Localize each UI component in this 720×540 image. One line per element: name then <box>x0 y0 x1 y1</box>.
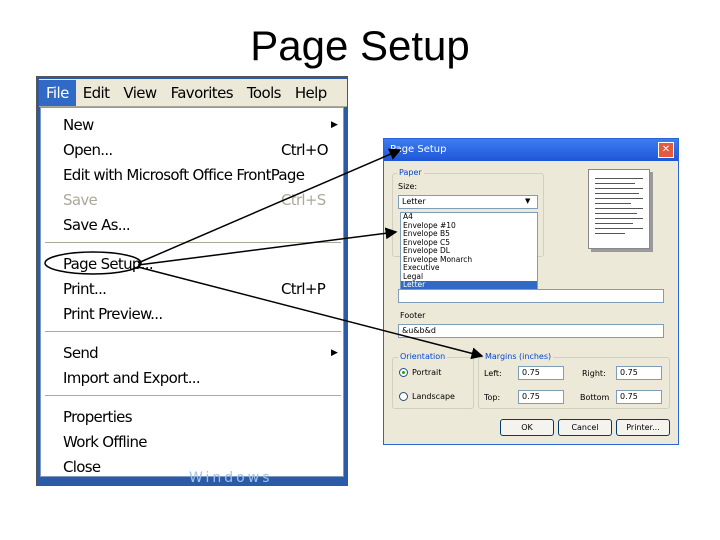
annotation-arrows <box>44 148 484 360</box>
highlight-ellipse <box>44 251 142 275</box>
arrow-to-margins <box>137 266 484 360</box>
arrow-to-title <box>137 148 402 264</box>
arrow-to-paper <box>137 227 398 266</box>
